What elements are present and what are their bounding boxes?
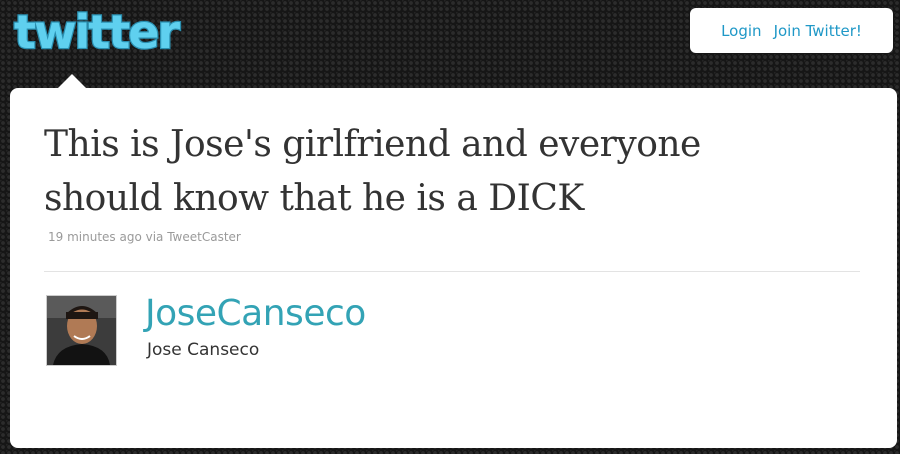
avatar-photo xyxy=(47,296,116,365)
twitter-logo[interactable]: twitter xyxy=(10,0,246,64)
twitter-logo-graphic: twitter xyxy=(13,4,184,61)
divider xyxy=(44,271,860,272)
twitter-logo-text: twitter xyxy=(14,5,180,59)
avatar[interactable] xyxy=(46,295,117,366)
card-pointer xyxy=(58,74,86,88)
tweet-text: This is Jose's girlfriend and everyone s… xyxy=(44,124,701,219)
tweet-meta[interactable]: 19 minutes ago via TweetCaster xyxy=(48,230,241,244)
author-screen-name[interactable]: JoseCanseco xyxy=(145,293,366,334)
join-twitter-link[interactable]: Join Twitter! xyxy=(774,22,862,40)
auth-box: Login Join Twitter! xyxy=(690,8,893,53)
login-link[interactable]: Login xyxy=(721,22,761,40)
tweet-card: This is Jose's girlfriend and everyone s… xyxy=(10,74,897,448)
author-full-name: Jose Canseco xyxy=(147,340,260,360)
